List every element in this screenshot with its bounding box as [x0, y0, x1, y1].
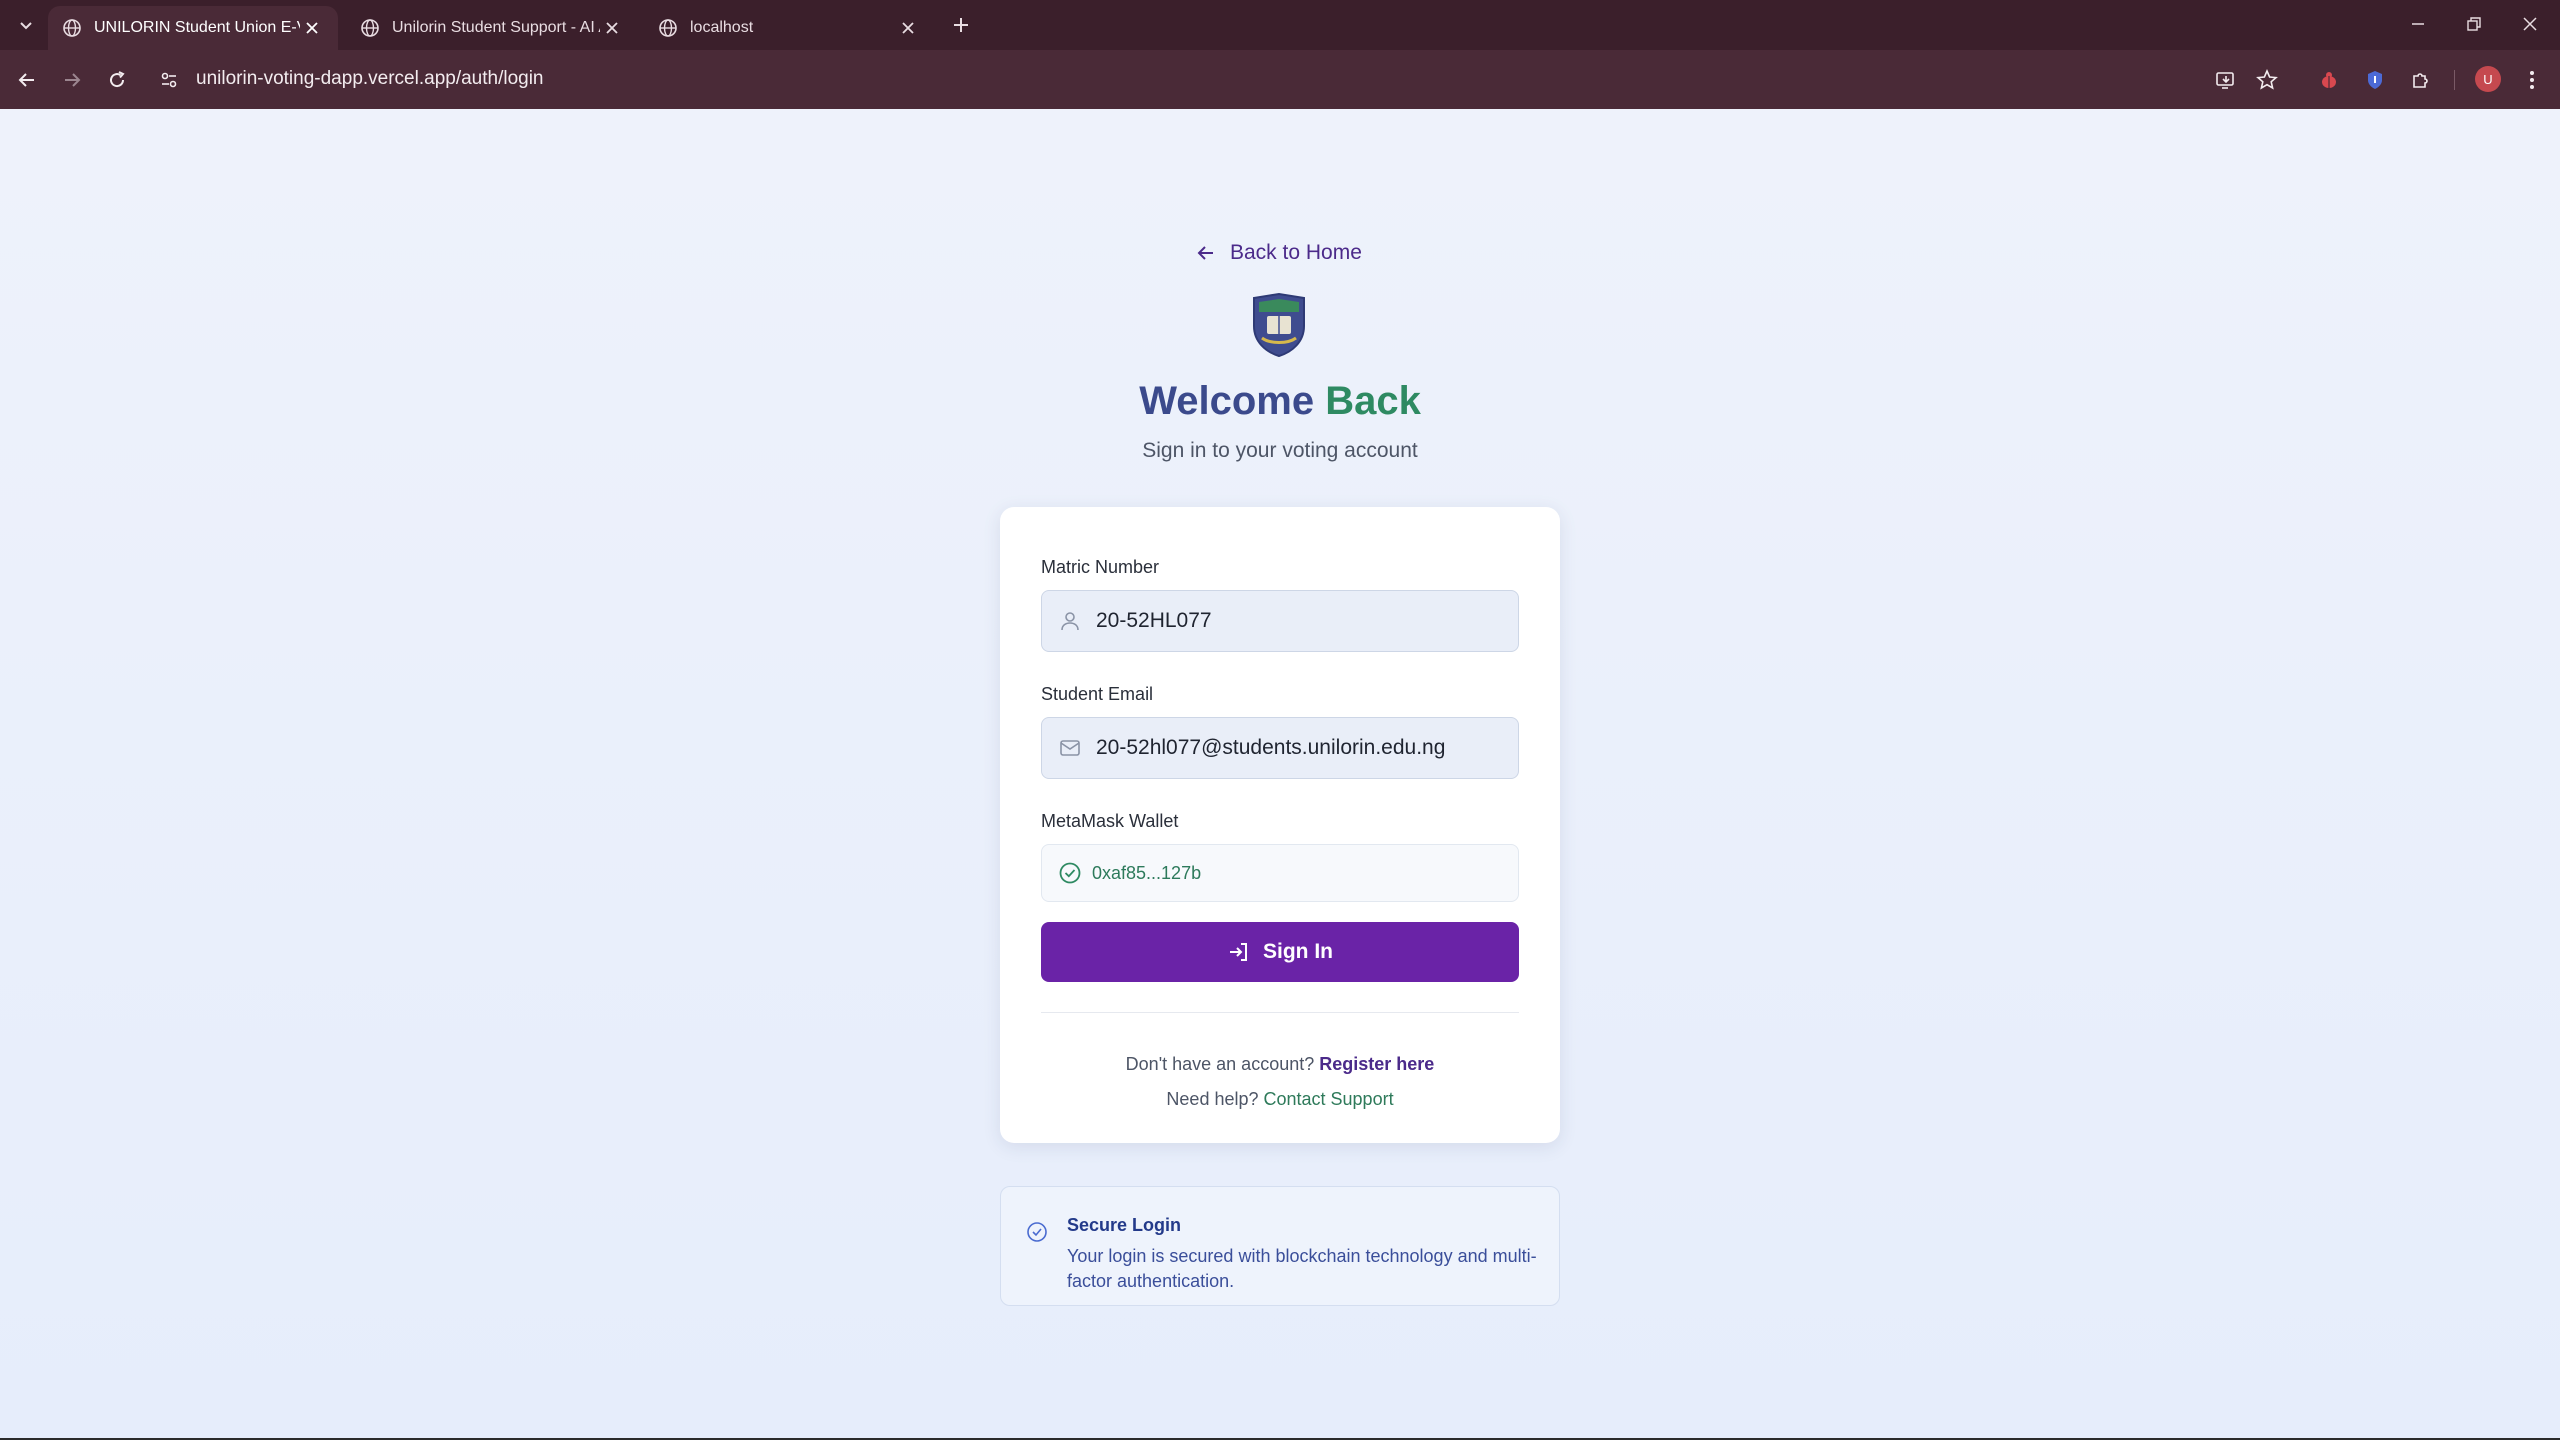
close-window-icon[interactable]	[2508, 8, 2552, 40]
page-title: Welcome Back	[0, 379, 2560, 424]
toolbar-separator	[2454, 70, 2455, 90]
reload-icon[interactable]	[100, 63, 134, 97]
mail-icon	[1060, 740, 1080, 756]
browser-tab-bar: UNILORIN Student Union E-Voti Unilorin S…	[0, 0, 2560, 50]
forward-arrow-icon[interactable]	[55, 63, 89, 97]
extension-ladybug-icon[interactable]	[2312, 63, 2346, 97]
log-in-icon	[1230, 943, 1247, 961]
login-page: Back to Home Welcome Back Sign in to you…	[0, 109, 2560, 1440]
matric-number-input[interactable]: 20-52HL077	[1041, 590, 1519, 652]
help-prompt: Need help? Contact Support	[1000, 1089, 1560, 1110]
check-circle-icon	[1059, 862, 1081, 884]
student-email-label: Student Email	[1041, 684, 1154, 704]
student-email-value: 20-52hl077@students.unilorin.edu.ng	[1096, 736, 1446, 759]
tab-localhost[interactable]: localhost	[644, 6, 934, 50]
globe-icon	[659, 19, 677, 37]
secure-login-notice: Secure Login Your login is secured with …	[1000, 1186, 1560, 1306]
bookmark-star-icon[interactable]	[2250, 63, 2284, 97]
close-tab-icon[interactable]	[896, 16, 920, 40]
tab-student-support[interactable]: Unilorin Student Support - AI A	[346, 6, 638, 50]
tab-unilorin-evoting[interactable]: UNILORIN Student Union E-Voti	[48, 6, 338, 50]
matric-number-label: Matric Number	[1041, 557, 1160, 577]
title-back: Back	[1325, 379, 1421, 423]
new-tab-plus-icon[interactable]	[946, 10, 976, 40]
help-text: Need help?	[1166, 1089, 1264, 1109]
user-icon	[1061, 612, 1079, 631]
profile-avatar[interactable]: U	[2475, 66, 2501, 92]
university-crest-logo	[1253, 292, 1305, 358]
secure-login-text: Your login is secured with blockchain te…	[1067, 1246, 1537, 1291]
no-account-text: Don't have an account?	[1125, 1054, 1320, 1074]
tab-search-chevron-icon[interactable]	[8, 10, 44, 40]
minimize-icon[interactable]	[2396, 8, 2440, 40]
secure-login-title: Secure Login	[1067, 1215, 1182, 1235]
metamask-wallet-status: 0xaf85...127b	[1041, 844, 1519, 902]
tab-title: UNILORIN Student Union E-Voti	[94, 19, 300, 36]
student-email-input[interactable]: 20-52hl077@students.unilorin.edu.ng	[1041, 717, 1519, 779]
browser-menu-icon[interactable]	[2515, 63, 2549, 97]
sign-in-label: Sign In	[1263, 940, 1333, 963]
back-arrow-icon[interactable]	[10, 63, 44, 97]
wallet-address: 0xaf85...127b	[1092, 862, 1202, 883]
address-bar-url[interactable]: unilorin-voting-dapp.vercel.app/auth/log…	[196, 66, 544, 92]
register-link[interactable]: Register here	[1319, 1054, 1434, 1074]
arrow-left-icon	[1197, 246, 1213, 260]
register-prompt: Don't have an account? Register here	[1000, 1054, 1560, 1075]
back-to-home-label: Back to Home	[1230, 241, 1362, 264]
close-tab-icon[interactable]	[600, 16, 624, 40]
site-settings-icon[interactable]	[152, 63, 186, 97]
metamask-wallet-label: MetaMask Wallet	[1041, 811, 1179, 831]
browser-toolbar: unilorin-voting-dapp.vercel.app/auth/log…	[0, 50, 2560, 109]
tab-title: Unilorin Student Support - AI A	[392, 19, 600, 36]
globe-icon	[63, 19, 81, 37]
globe-icon	[361, 19, 379, 37]
matric-number-value: 20-52HL077	[1096, 609, 1212, 632]
restore-icon[interactable]	[2452, 8, 2496, 40]
contact-support-link[interactable]: Contact Support	[1264, 1089, 1394, 1109]
page-subtitle: Sign in to your voting account	[1142, 439, 1418, 462]
shield-check-icon	[1027, 1222, 1047, 1242]
extensions-puzzle-icon[interactable]	[2404, 63, 2438, 97]
sign-in-button[interactable]: Sign In	[1041, 922, 1519, 982]
extension-shield-icon[interactable]	[2358, 63, 2392, 97]
title-welcome: Welcome	[1139, 379, 1326, 423]
install-app-icon[interactable]	[2209, 63, 2243, 97]
close-tab-icon[interactable]	[300, 16, 324, 40]
tab-title: localhost	[690, 19, 754, 36]
login-card: Matric Number 20-52HL077 Student Email 2…	[1000, 507, 1560, 1143]
back-to-home-link[interactable]: Back to Home	[1196, 241, 1362, 265]
card-divider	[1041, 1012, 1519, 1013]
